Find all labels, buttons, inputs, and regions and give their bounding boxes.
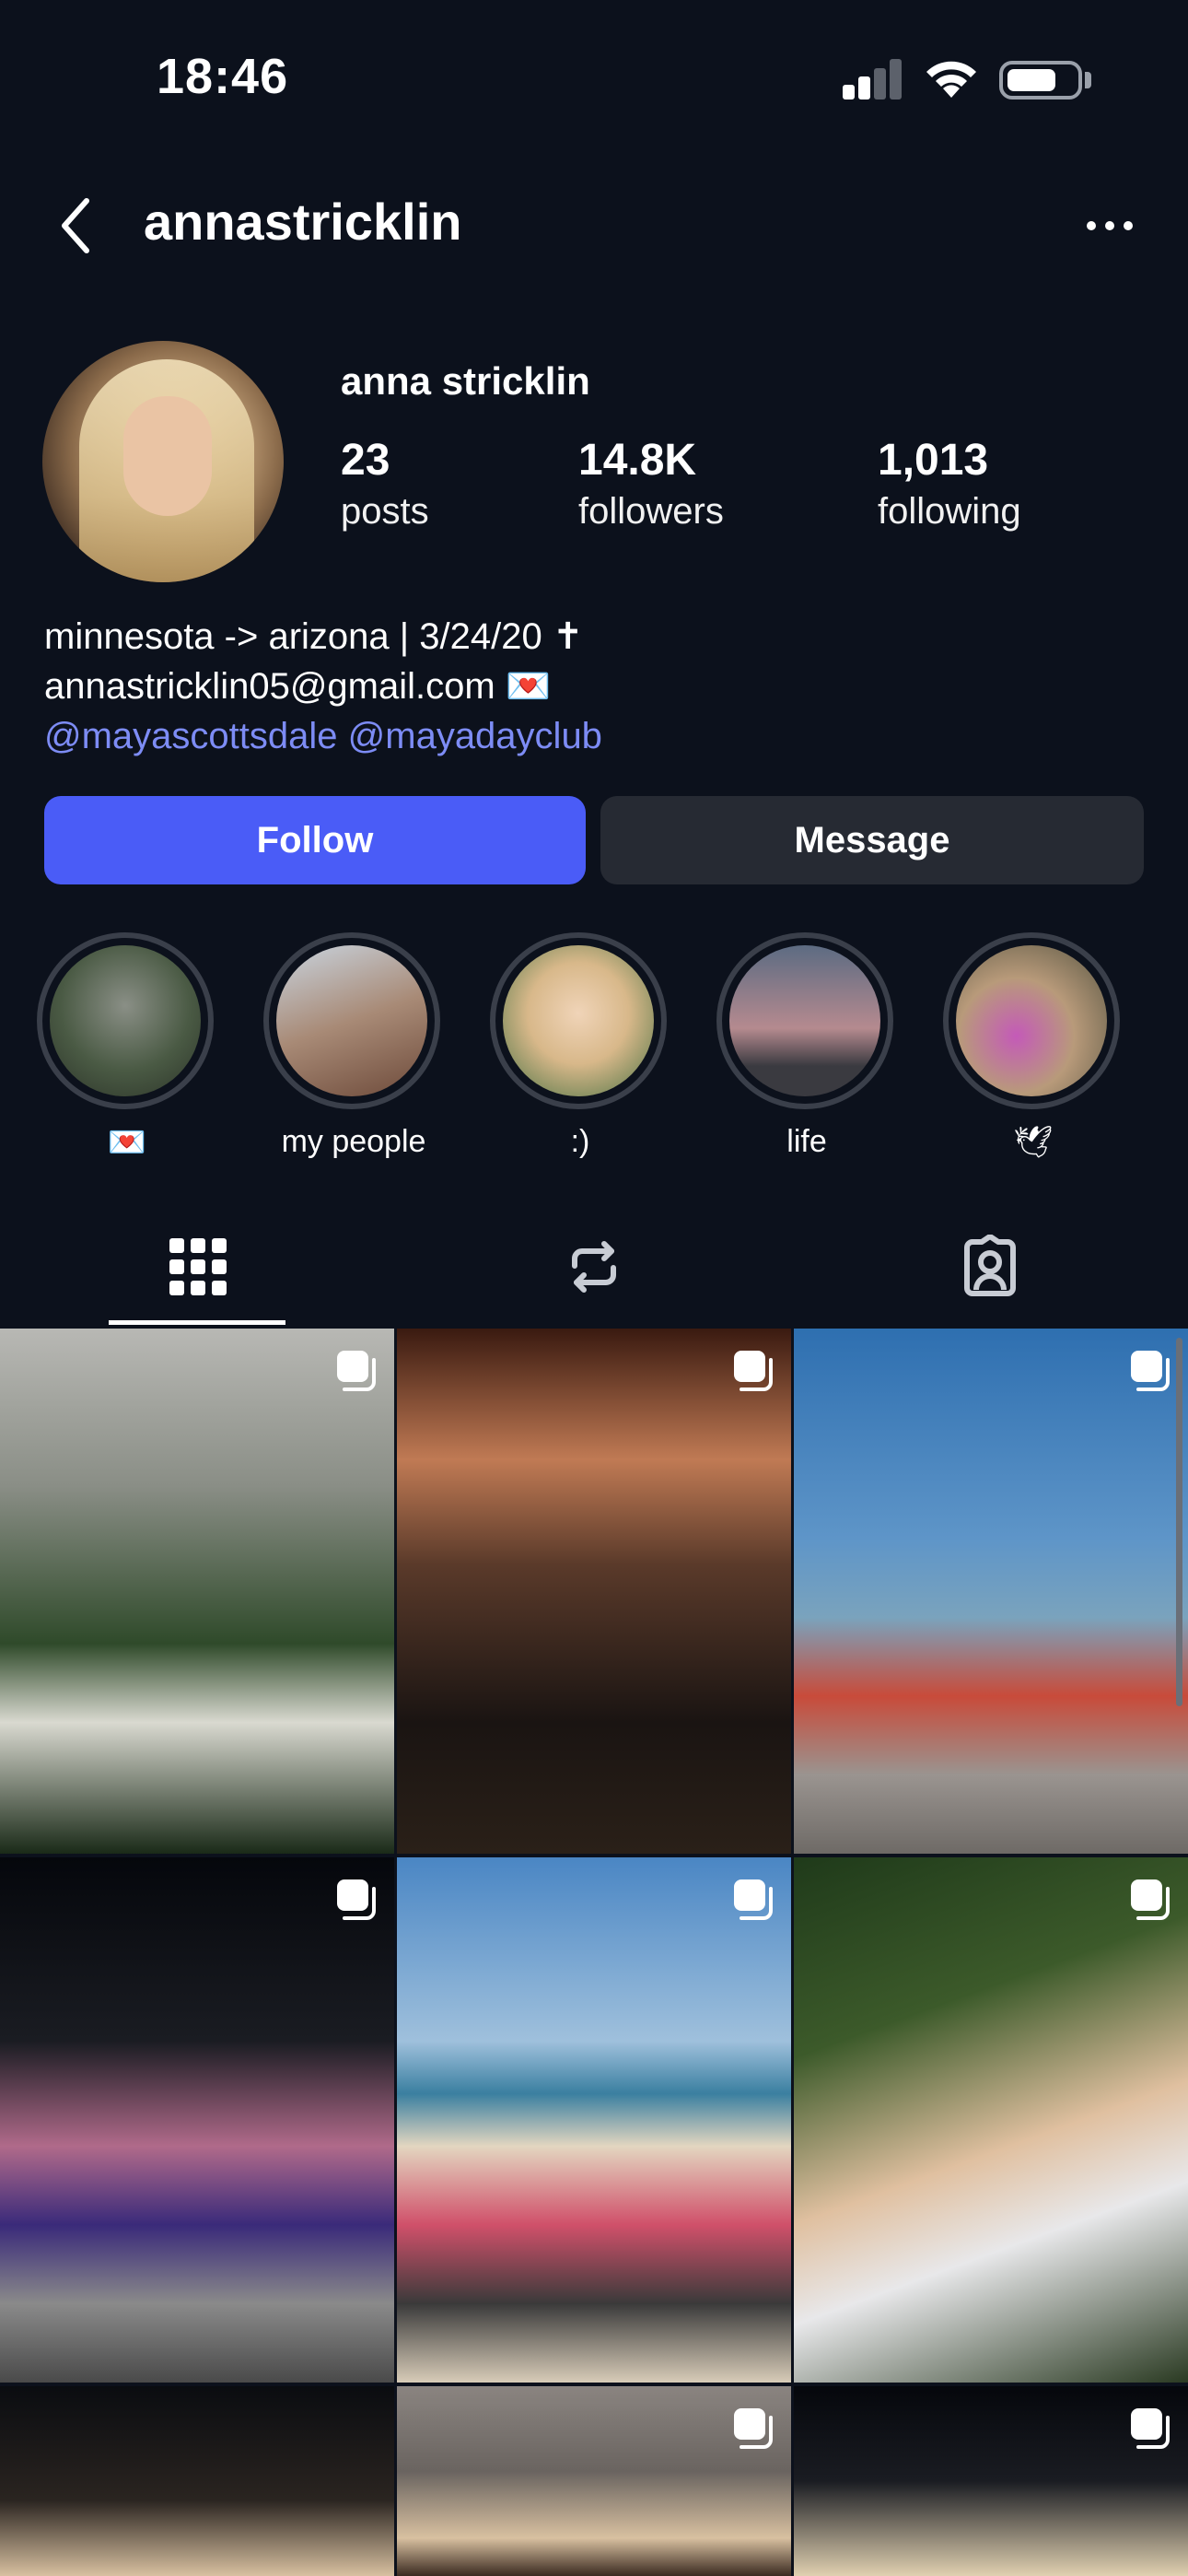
highlight-thumbnail	[50, 945, 201, 1096]
follow-button[interactable]: Follow	[44, 796, 586, 884]
header-username: annastricklin	[144, 193, 462, 251]
active-tab-indicator	[109, 1320, 285, 1325]
posts-grid	[0, 1329, 1188, 2576]
bio-line-email: annastricklin05@gmail.com 💌	[44, 666, 552, 707]
tab-tagged[interactable]	[792, 1216, 1188, 1329]
back-arrow-icon[interactable]	[53, 193, 99, 258]
tagged-icon	[964, 1235, 1016, 1296]
tab-posts-grid[interactable]	[0, 1216, 396, 1329]
post-thumbnail[interactable]	[397, 1329, 791, 1854]
post-thumbnail[interactable]	[0, 2386, 394, 2576]
status-time: 18:46	[157, 49, 289, 104]
highlight-item[interactable]: life	[716, 932, 897, 1160]
highlight-item[interactable]: :)	[490, 932, 670, 1160]
bio-link-mayadayclub[interactable]: @mayadayclub	[348, 716, 602, 756]
display-name: anna stricklin	[341, 359, 590, 403]
highlight-label: :)	[570, 1124, 590, 1159]
scrollbar[interactable]	[1176, 1338, 1182, 1706]
story-highlights: 💌 my people :) life 🕊	[0, 932, 1188, 1181]
cellular-signal-icon	[843, 59, 903, 100]
posts-count: 23	[341, 436, 390, 485]
message-button[interactable]: Message	[600, 796, 1144, 884]
highlight-item[interactable]: 💌	[37, 932, 217, 1161]
multiple-photos-icon	[734, 1351, 773, 1391]
more-options-icon[interactable]	[1082, 203, 1137, 249]
highlight-item[interactable]: 🕊	[943, 932, 1124, 1161]
highlight-label: 💌	[107, 1125, 147, 1160]
bio-links: @mayascottsdale @mayadayclub	[44, 711, 602, 761]
followers-stat[interactable]: 14.8K followers	[578, 435, 724, 533]
highlight-thumbnail	[276, 945, 427, 1096]
highlight-thumbnail	[729, 945, 880, 1096]
bio-link-mayascottsdale[interactable]: @mayascottsdale	[44, 716, 338, 756]
post-thumbnail[interactable]	[397, 2386, 791, 2576]
post-thumbnail[interactable]	[794, 1329, 1188, 1854]
post-thumbnail[interactable]	[0, 1857, 394, 2383]
multiple-photos-icon	[1131, 1879, 1170, 1920]
profile-tabs	[0, 1216, 1188, 1329]
multiple-photos-icon	[734, 1879, 773, 1920]
reposts-icon	[572, 1241, 616, 1293]
grid-icon	[169, 1238, 227, 1295]
post-thumbnail[interactable]	[0, 1329, 394, 1854]
posts-stat[interactable]: 23 posts	[341, 435, 429, 533]
highlight-thumbnail	[956, 945, 1107, 1096]
profile-bio: minnesota -> arizona | 3/24/20 ✝︎ annast…	[44, 612, 602, 761]
battery-cap	[1085, 72, 1091, 88]
post-thumbnail[interactable]	[397, 1857, 791, 2383]
multiple-photos-icon	[337, 1879, 376, 1920]
following-label: following	[878, 491, 1021, 532]
battery-icon	[999, 61, 1082, 100]
tab-reposts[interactable]	[396, 1216, 792, 1329]
highlight-label: 🕊	[1013, 1125, 1054, 1160]
following-stat[interactable]: 1,013 following	[878, 435, 1021, 533]
status-bar: 18:46	[0, 0, 1188, 157]
multiple-photos-icon	[1131, 1351, 1170, 1391]
followers-count: 14.8K	[578, 436, 697, 485]
bio-line-location: minnesota -> arizona | 3/24/20 ✝︎	[44, 616, 584, 657]
followers-label: followers	[578, 491, 724, 532]
following-count: 1,013	[878, 436, 989, 485]
wifi-icon	[926, 61, 976, 98]
highlight-label: life	[786, 1124, 827, 1159]
highlight-label: my people	[281, 1124, 426, 1159]
highlight-item[interactable]: my people	[263, 932, 444, 1160]
profile-header: annastricklin	[0, 175, 1188, 276]
post-thumbnail[interactable]	[794, 1857, 1188, 2383]
multiple-photos-icon	[337, 1351, 376, 1391]
highlight-thumbnail	[503, 945, 654, 1096]
posts-label: posts	[341, 491, 429, 532]
post-thumbnail[interactable]	[794, 2386, 1188, 2576]
multiple-photos-icon	[1131, 2408, 1170, 2449]
multiple-photos-icon	[734, 2408, 773, 2449]
profile-avatar[interactable]	[42, 341, 284, 582]
